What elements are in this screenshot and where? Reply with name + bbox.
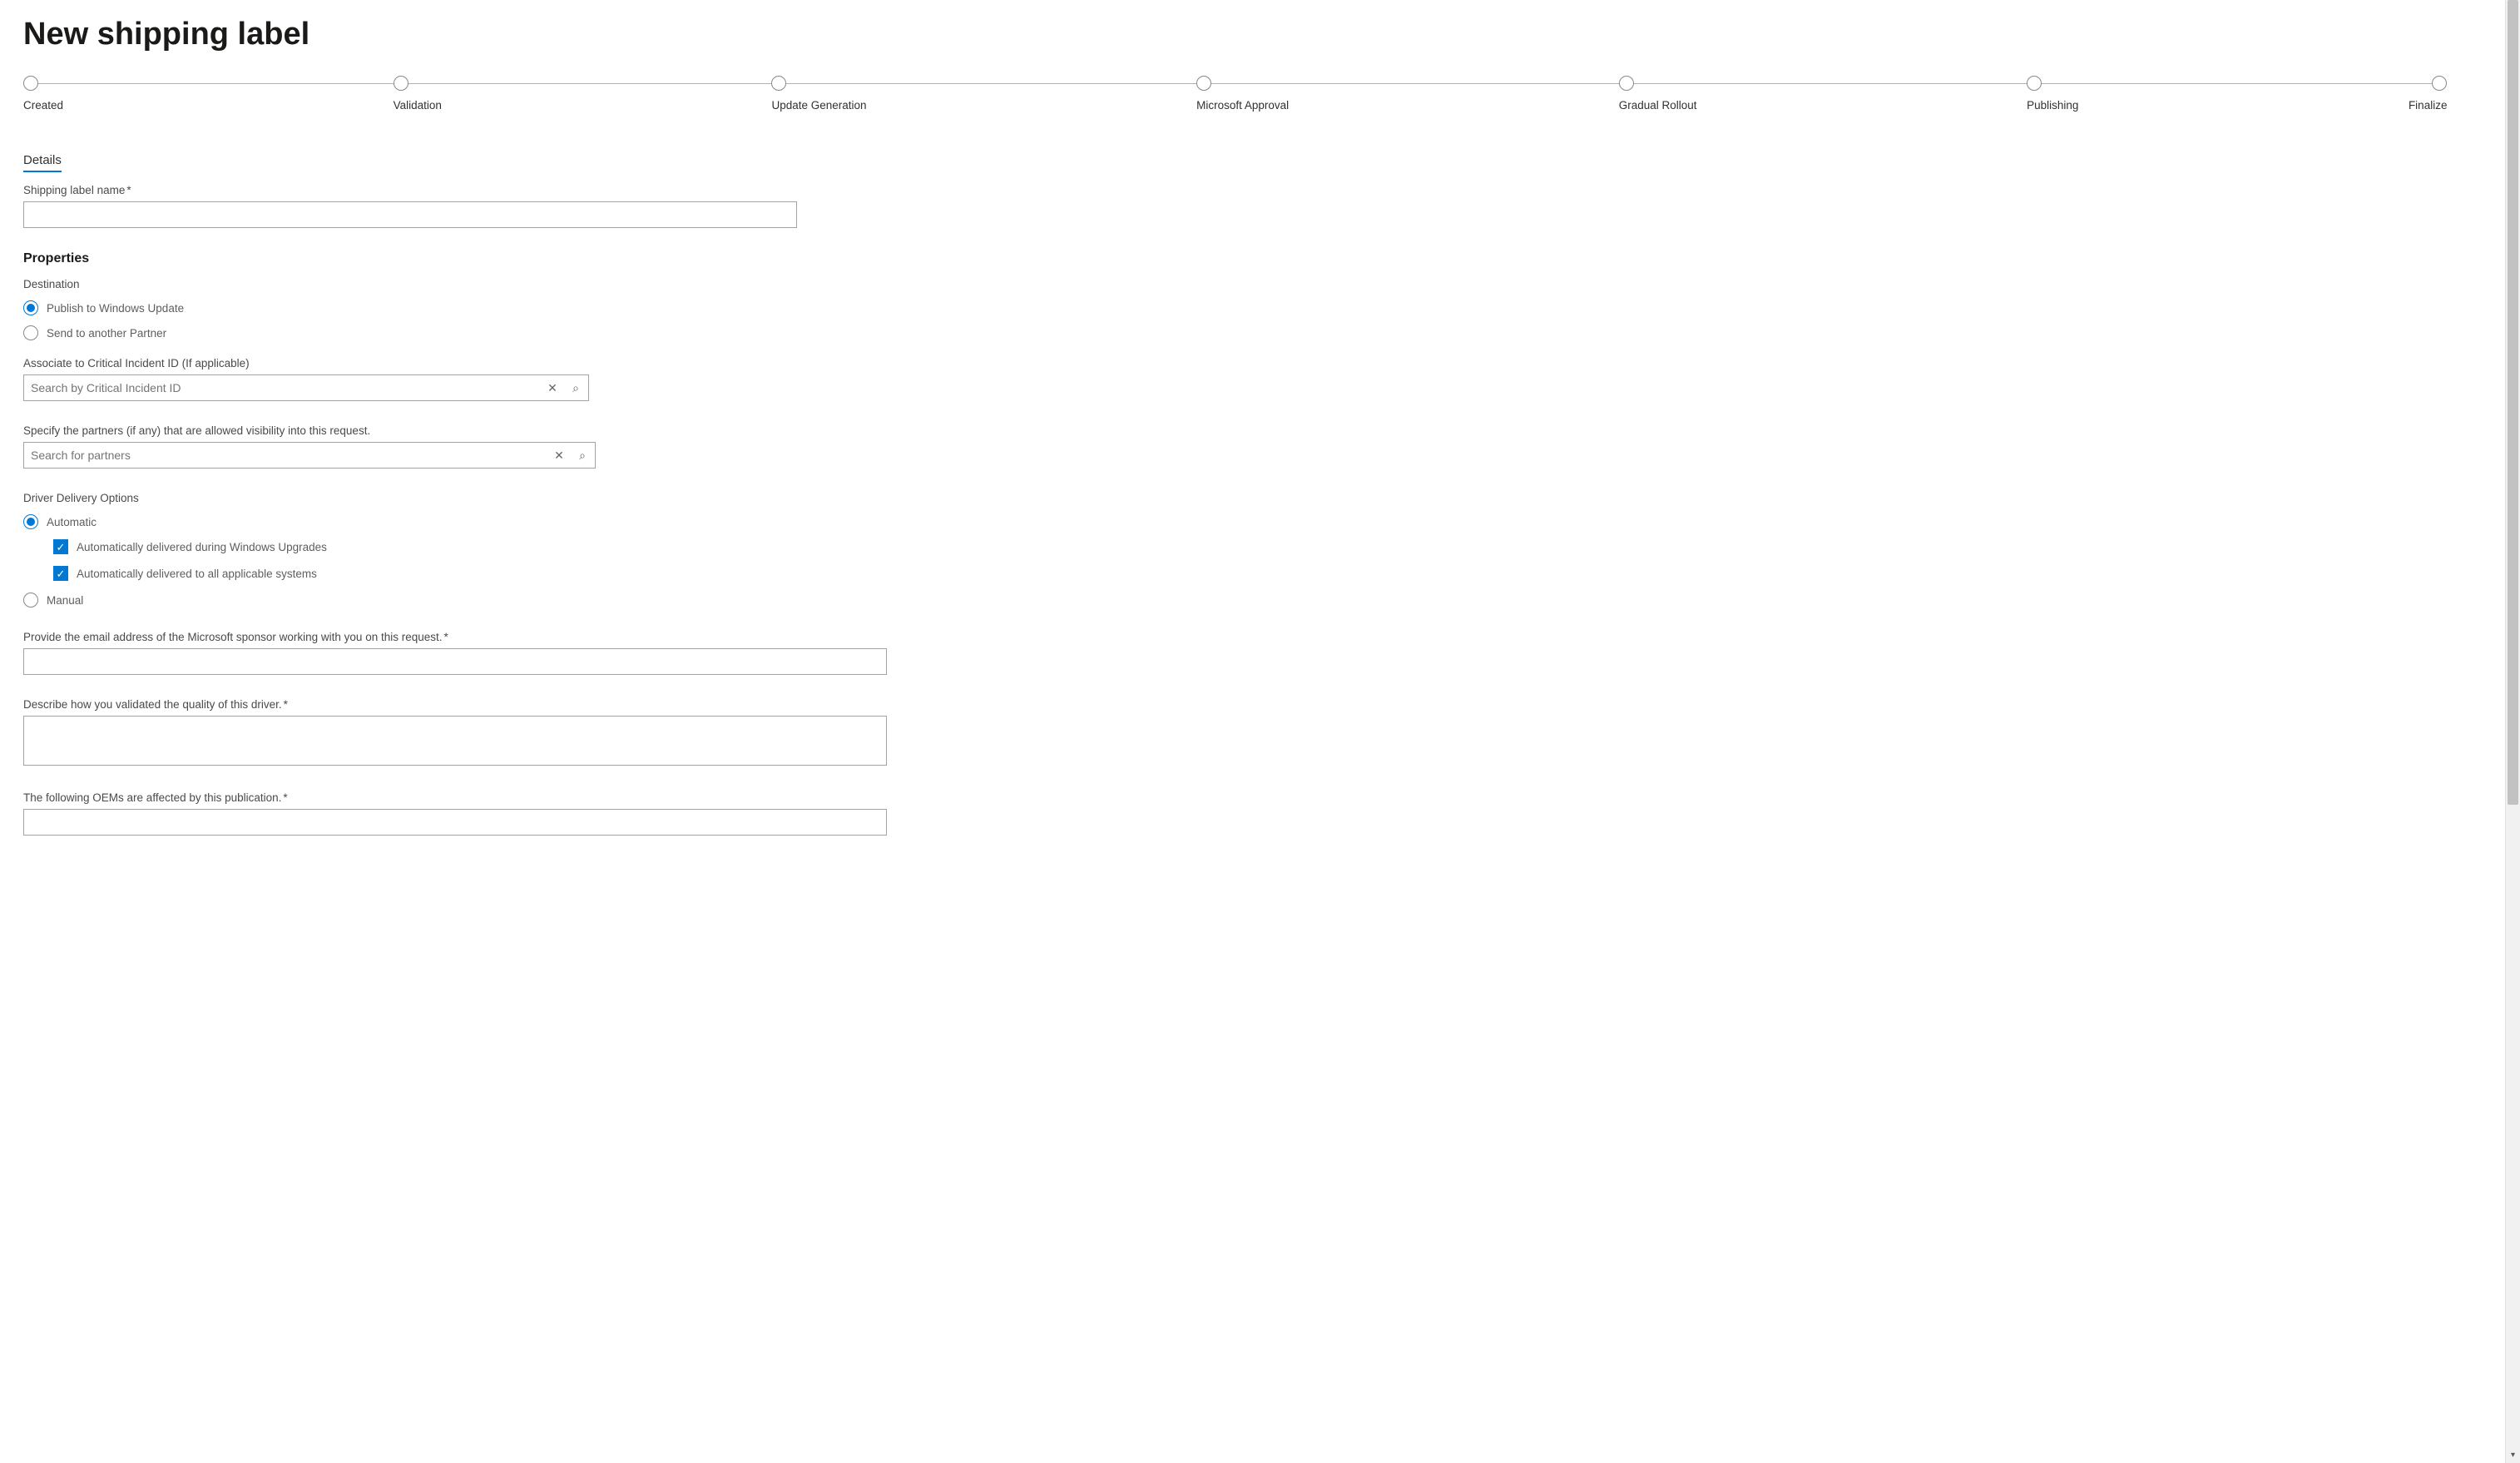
- radio-icon: [23, 593, 38, 608]
- radio-label: Automatic: [47, 516, 97, 528]
- checkbox-auto-all-systems[interactable]: ✓ Automatically delivered to all applica…: [53, 566, 2497, 581]
- step-circle-icon: [2432, 76, 2447, 91]
- step-label: Validation: [394, 99, 442, 112]
- step-update-generation: Update Generation: [771, 76, 866, 112]
- step-publishing: Publishing: [2027, 76, 2078, 112]
- step-label: Update Generation: [771, 99, 866, 112]
- step-label: Created: [23, 99, 63, 112]
- step-circle-icon: [771, 76, 786, 91]
- step-circle-icon: [2027, 76, 2042, 91]
- radio-automatic[interactable]: Automatic: [23, 514, 2497, 529]
- radio-label: Publish to Windows Update: [47, 302, 184, 315]
- validation-description-label: Describe how you validated the quality o…: [23, 698, 2497, 711]
- clear-icon[interactable]: ✕: [544, 379, 561, 396]
- clear-icon[interactable]: ✕: [551, 447, 567, 464]
- checkbox-icon: ✓: [53, 566, 68, 581]
- partner-search-input[interactable]: [23, 442, 596, 469]
- search-icon[interactable]: ⌕: [567, 379, 584, 396]
- shipping-label-name-label: Shipping label name: [23, 184, 2497, 196]
- radio-manual[interactable]: Manual: [23, 593, 2497, 608]
- sponsor-email-input[interactable]: [23, 648, 887, 675]
- progress-stepper: Created Validation Update Generation Mic…: [23, 76, 2448, 112]
- step-label: Gradual Rollout: [1619, 99, 1697, 112]
- radio-label: Manual: [47, 594, 83, 607]
- checkbox-label: Automatically delivered during Windows U…: [77, 541, 327, 553]
- properties-heading: Properties: [23, 251, 2497, 266]
- tab-row: Details: [23, 153, 2497, 172]
- oems-affected-input[interactable]: [23, 809, 887, 836]
- step-gradual-rollout: Gradual Rollout: [1619, 76, 1697, 112]
- step-label: Publishing: [2027, 99, 2078, 112]
- scrollbar-thumb[interactable]: [2508, 0, 2518, 805]
- radio-label: Send to another Partner: [47, 327, 166, 340]
- critical-incident-label: Associate to Critical Incident ID (If ap…: [23, 357, 2497, 369]
- validation-description-input[interactable]: [23, 716, 887, 766]
- tab-details[interactable]: Details: [23, 153, 62, 172]
- chevron-down-icon[interactable]: ▾: [2506, 1448, 2520, 1461]
- checkbox-auto-windows-upgrades[interactable]: ✓ Automatically delivered during Windows…: [53, 539, 2497, 554]
- sponsor-email-label: Provide the email address of the Microso…: [23, 631, 2497, 643]
- radio-icon: [23, 300, 38, 315]
- partner-visibility-label: Specify the partners (if any) that are a…: [23, 424, 2497, 437]
- shipping-label-name-input[interactable]: [23, 201, 797, 228]
- step-finalize: Finalize: [2409, 76, 2448, 112]
- page-title: New shipping label: [23, 17, 2497, 52]
- destination-label: Destination: [23, 278, 2497, 290]
- oems-affected-label: The following OEMs are affected by this …: [23, 791, 2497, 804]
- driver-delivery-options-label: Driver Delivery Options: [23, 492, 2497, 504]
- step-circle-icon: [1619, 76, 1634, 91]
- step-label: Finalize: [2409, 99, 2448, 112]
- step-circle-icon: [394, 76, 408, 91]
- checkbox-label: Automatically delivered to all applicabl…: [77, 568, 317, 580]
- vertical-scrollbar[interactable]: ▾: [2505, 0, 2520, 1463]
- radio-send-another-partner[interactable]: Send to another Partner: [23, 325, 2497, 340]
- step-validation: Validation: [394, 76, 442, 112]
- step-label: Microsoft Approval: [1196, 99, 1289, 112]
- radio-icon: [23, 325, 38, 340]
- step-circle-icon: [1196, 76, 1211, 91]
- radio-icon: [23, 514, 38, 529]
- step-created: Created: [23, 76, 63, 112]
- radio-publish-windows-update[interactable]: Publish to Windows Update: [23, 300, 2497, 315]
- step-circle-icon: [23, 76, 38, 91]
- critical-incident-search-input[interactable]: [23, 374, 589, 401]
- checkbox-icon: ✓: [53, 539, 68, 554]
- step-microsoft-approval: Microsoft Approval: [1196, 76, 1289, 112]
- search-icon[interactable]: ⌕: [574, 447, 591, 464]
